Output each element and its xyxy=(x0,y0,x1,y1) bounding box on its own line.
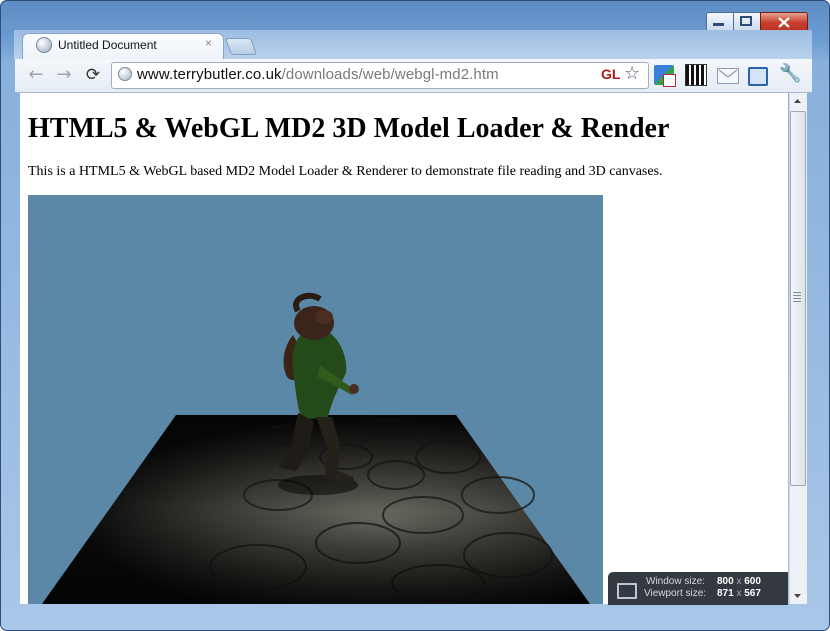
bookmark-star-icon[interactable]: ☆ xyxy=(624,63,640,84)
window-resize-icon xyxy=(617,583,637,599)
minimize-icon xyxy=(713,23,724,26)
mail-extension-icon[interactable] xyxy=(717,68,739,84)
translate-extension-icon[interactable] xyxy=(654,65,676,87)
md2-scene xyxy=(42,292,590,604)
forward-button[interactable]: → xyxy=(53,64,75,86)
webgl-badge-icon[interactable]: GL xyxy=(601,66,620,82)
tab-label: Untitled Document xyxy=(58,38,157,52)
scroll-down-icon[interactable] xyxy=(789,587,806,604)
qr-code-extension-icon[interactable] xyxy=(685,64,707,86)
viewport-size-label: Viewport size: xyxy=(644,588,707,599)
maximize-icon xyxy=(740,16,752,26)
scrollbar-grip-icon xyxy=(793,292,801,302)
page-info-icon[interactable] xyxy=(118,67,132,81)
viewport-size-value: 871 x 567 xyxy=(717,588,761,599)
webgl-canvas[interactable] xyxy=(28,195,603,604)
url-path: /downloads/web/webgl-md2.htm xyxy=(281,66,499,83)
page-title: HTML5 & WebGL MD2 3D Model Loader & Rend… xyxy=(28,113,670,144)
window-size-label: Window size: xyxy=(646,576,705,587)
page-description: This is a HTML5 & WebGL based MD2 Model … xyxy=(28,164,663,179)
envelope-icon xyxy=(718,69,738,78)
url-text[interactable]: www.terrybutler.co.uk/downloads/web/webg… xyxy=(137,66,499,83)
back-button[interactable]: ← xyxy=(25,64,47,86)
wrench-menu-icon[interactable]: 🔧 xyxy=(779,63,801,84)
window-size-value: 800 x 600 xyxy=(717,576,761,587)
globe-icon xyxy=(36,37,52,53)
reload-button[interactable]: ⟳ xyxy=(82,64,104,86)
url-host: www.terrybutler.co.uk xyxy=(137,66,282,83)
window-resizer-extension-icon[interactable] xyxy=(748,67,768,86)
scroll-up-icon[interactable] xyxy=(789,93,806,110)
tab-close-icon[interactable]: × xyxy=(205,36,212,50)
